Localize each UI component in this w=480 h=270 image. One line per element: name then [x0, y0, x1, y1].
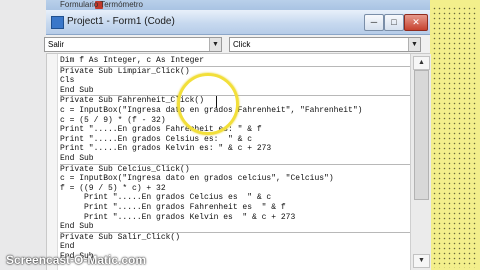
- code-line: Private Sub Celcius_Click(): [60, 163, 410, 175]
- code-toolbar: Salir ▼ Click ▼: [44, 35, 430, 54]
- code-line: Private Sub Limpiar_Click(): [60, 65, 410, 77]
- code-line: Print ".....En grados Kelvin es " & c + …: [60, 212, 296, 222]
- chevron-down-icon[interactable]: ▼: [408, 38, 420, 51]
- object-combo-value: Salir: [48, 40, 65, 49]
- code-window-icon: [51, 16, 64, 29]
- window-titlebar[interactable]: Project1 - Form1 (Code) ─ □ ✕: [46, 10, 430, 35]
- code-line: c = InputBox("Ingresa dato en grados cel…: [60, 174, 334, 184]
- code-window: Project1 - Form1 (Code) ─ □ ✕ Salir ▼ Cl…: [44, 10, 431, 270]
- window-title: Project1 - Form1 (Code): [67, 16, 175, 27]
- object-combo[interactable]: Salir ▼: [44, 37, 222, 52]
- scroll-up-icon[interactable]: ▲: [413, 56, 430, 70]
- code-line: Dim f As Integer, c As Integer: [60, 56, 205, 65]
- close-button[interactable]: ✕: [404, 14, 428, 31]
- scroll-down-icon[interactable]: ▼: [413, 254, 430, 268]
- code-line: Private Sub Salir_Click(): [60, 231, 410, 243]
- procedure-combo[interactable]: Click ▼: [229, 37, 421, 52]
- form-designer-panel: [430, 0, 480, 270]
- scroll-thumb[interactable]: [414, 70, 429, 200]
- code-lines: Dim f As Integer, c As Integer Private S…: [60, 56, 410, 261]
- code-line: Print ".....En grados Fahrenheit es: " &…: [60, 125, 262, 135]
- text-caret: [216, 96, 217, 108]
- mouse-highlight-circle: [177, 73, 239, 135]
- code-line: Print ".....En grados Kelvin es: " & c +…: [60, 144, 272, 154]
- code-line: Print ".....En grados Fahrenheit es " & …: [60, 202, 286, 212]
- code-line: Print ".....En grados Celsius es: " & c: [60, 134, 253, 144]
- background-left: [0, 0, 46, 270]
- minimize-button[interactable]: ─: [364, 14, 384, 31]
- code-line: End Sub: [60, 153, 94, 163]
- maximize-button[interactable]: □: [384, 14, 404, 31]
- procedure-combo-value: Click: [233, 40, 251, 49]
- code-line: End Sub: [60, 222, 94, 232]
- form-designer-title: Formulario Termómetro: [60, 0, 143, 9]
- designer-grid-dots: [432, 6, 478, 268]
- watermark: Screencast-O-Matic.com: [6, 253, 147, 267]
- vertical-scrollbar[interactable]: ▲ ▼: [410, 54, 431, 270]
- code-line: Print ".....En grados Celcius es " & c: [60, 193, 272, 203]
- code-line: End: [60, 242, 75, 252]
- code-line: Cls: [60, 76, 75, 86]
- code-line: f = ((9 / 5) * c) + 32: [60, 183, 166, 193]
- editor-gutter: [47, 54, 58, 270]
- chevron-down-icon[interactable]: ▼: [209, 38, 221, 51]
